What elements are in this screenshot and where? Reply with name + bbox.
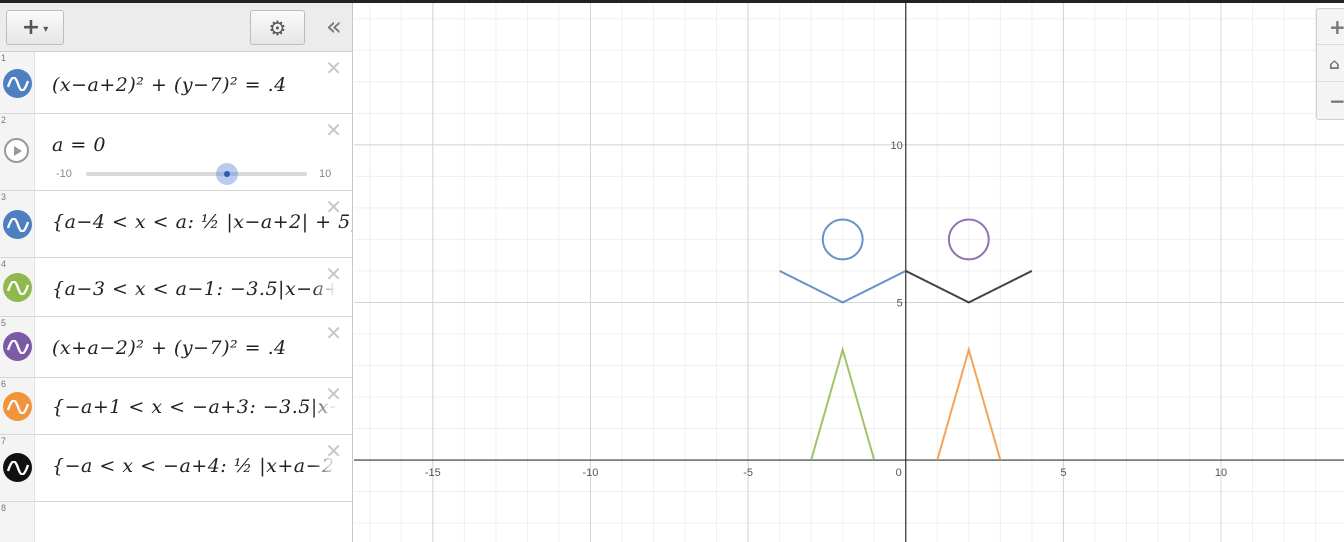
- expression-row[interactable]: 1 (x−a+2)² + (y−7)² = .4 ✕: [0, 52, 352, 114]
- expression-formula[interactable]: (x+a−2)² + (y−7)² = .4: [52, 337, 287, 359]
- expression-gutter: 1: [0, 52, 35, 113]
- slider-min[interactable]: -10: [56, 168, 72, 180]
- delete-expression-icon[interactable]: ✕: [325, 195, 342, 219]
- empty-expression-row[interactable]: 8: [0, 502, 352, 542]
- zoom-controls: + ⌂ −: [1316, 8, 1344, 120]
- expression-gutter: 5: [0, 317, 35, 377]
- delete-expression-icon[interactable]: ✕: [325, 382, 342, 406]
- expression-index: 1: [1, 53, 7, 63]
- home-icon: ⌂: [1329, 54, 1340, 73]
- y-tick-label: 10: [891, 140, 903, 152]
- expression-row[interactable]: 7 {−a < x < −a+4: ½ |x+a−2| + ✕: [0, 435, 352, 502]
- expression-gutter: 2: [0, 114, 35, 190]
- graph-toggle-icon[interactable]: [3, 69, 32, 98]
- minus-icon: −: [1329, 89, 1344, 113]
- graph-toggle-icon[interactable]: [3, 453, 32, 482]
- slider-control: -10 10: [56, 163, 346, 185]
- plus-icon: +: [1329, 14, 1344, 39]
- expression-index: 2: [1, 115, 7, 125]
- expression-gutter: 6: [0, 378, 35, 434]
- slider-row[interactable]: 2 a = 0 -10 10 ✕: [0, 114, 352, 191]
- x-tick-label: 5: [1060, 467, 1066, 479]
- expression-index: 3: [1, 192, 7, 202]
- graph-toggle-icon[interactable]: [3, 210, 32, 239]
- expression-row[interactable]: 6 {−a+1 < x < −a+3: −3.5|x+a ✕: [0, 378, 352, 435]
- x-tick-label: -10: [583, 467, 599, 479]
- collapse-panel-button[interactable]: «: [318, 13, 344, 43]
- expression-list: 1 (x−a+2)² + (y−7)² = .4 ✕ 2 a = 0 -10 1…: [0, 52, 352, 542]
- expression-formula[interactable]: {a−4 < x < a: ½ |x−a+2| + 5}: [52, 211, 352, 233]
- expression-gutter: 7: [0, 435, 35, 501]
- expression-row[interactable]: 5 (x+a−2)² + (y−7)² = .4 ✕: [0, 317, 352, 378]
- expression-gutter: 8: [0, 502, 35, 542]
- settings-button[interactable]: ⚙: [250, 10, 305, 45]
- expression-row[interactable]: 3 {a−4 < x < a: ½ |x−a+2| + 5} ✕: [0, 191, 352, 258]
- slider-formula[interactable]: a = 0: [52, 134, 106, 156]
- delete-expression-icon[interactable]: ✕: [325, 439, 342, 463]
- delete-expression-icon[interactable]: ✕: [325, 56, 342, 80]
- expression-index: 6: [1, 379, 7, 389]
- home-button[interactable]: ⌂: [1317, 46, 1344, 82]
- app-window: + ▾ ⚙ « 1 (x−a+2)² + (y−7)² = .4 ✕ 2 a =…: [0, 0, 1344, 542]
- graph-toggle-icon[interactable]: [3, 392, 32, 421]
- play-icon[interactable]: [4, 138, 29, 163]
- graph-toggle-icon[interactable]: [3, 273, 32, 302]
- y-tick-label: 5: [897, 297, 903, 309]
- expression-index: 7: [1, 436, 7, 446]
- x-tick-label: -5: [743, 467, 753, 479]
- expression-formula[interactable]: {−a+1 < x < −a+3: −3.5|x+a: [52, 396, 352, 418]
- expression-formula[interactable]: {a−3 < x < a−1: −3.5|x−a+2: [52, 278, 352, 300]
- slider-handle[interactable]: [216, 163, 238, 185]
- delete-expression-icon[interactable]: ✕: [325, 321, 342, 345]
- expression-formula[interactable]: (x−a+2)² + (y−7)² = .4: [52, 74, 287, 96]
- graph-toggle-icon[interactable]: [3, 332, 32, 361]
- graph-canvas[interactable]: -15 -10 -5 0 5 10 5 10: [354, 3, 1344, 542]
- expression-index: 8: [1, 503, 7, 513]
- graph-svg: -15 -10 -5 0 5 10 5 10: [354, 3, 1344, 542]
- x-tick-label: -15: [425, 467, 441, 479]
- expression-toolbar: + ▾ ⚙ «: [0, 3, 352, 52]
- expression-gutter: 3: [0, 191, 35, 257]
- gear-icon: ⚙: [268, 15, 287, 40]
- expression-formula[interactable]: {−a < x < −a+4: ½ |x+a−2| +: [52, 455, 352, 477]
- x-tick-label: 10: [1215, 467, 1227, 479]
- zoom-out-button[interactable]: −: [1317, 83, 1344, 119]
- delete-expression-icon[interactable]: ✕: [325, 118, 342, 142]
- x-tick-label: 0: [896, 467, 902, 479]
- add-item-button[interactable]: + ▾: [6, 10, 64, 45]
- double-chevron-left-icon: «: [326, 12, 342, 42]
- expression-index: 5: [1, 318, 7, 328]
- caret-down-icon: ▾: [43, 23, 49, 35]
- expression-gutter: 4: [0, 258, 35, 316]
- expression-index: 4: [1, 259, 7, 269]
- zoom-in-button[interactable]: +: [1317, 9, 1344, 45]
- top-border: [0, 0, 1344, 3]
- slider-track[interactable]: [86, 163, 307, 185]
- expression-panel: + ▾ ⚙ « 1 (x−a+2)² + (y−7)² = .4 ✕ 2 a =…: [0, 3, 353, 542]
- plus-icon: +: [21, 15, 41, 40]
- slider-max[interactable]: 10: [319, 168, 331, 180]
- delete-expression-icon[interactable]: ✕: [325, 262, 342, 286]
- expression-row[interactable]: 4 {a−3 < x < a−1: −3.5|x−a+2 ✕: [0, 258, 352, 317]
